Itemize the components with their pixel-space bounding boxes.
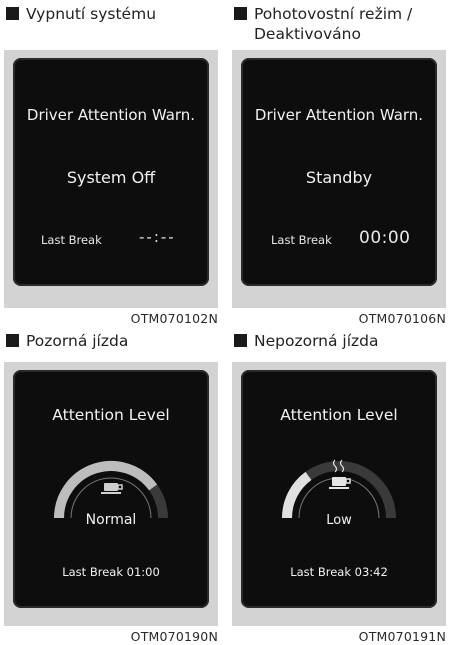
heading-text: Nepozorná jízda (254, 332, 379, 350)
last-break-value: 00:00 (359, 228, 411, 248)
heading-text: Pozorná jízda (26, 332, 129, 350)
display-title: Attention Level (52, 406, 170, 424)
heading-text: Pohotovostní režim / Deaktivováno (254, 5, 413, 43)
panel-heading: Pohotovostní režim / Deaktivováno (232, 4, 412, 44)
attention-level-value: Normal (85, 512, 137, 528)
panel-heading: Vypnutí systému (4, 4, 156, 24)
attention-gauge (282, 459, 396, 519)
square-bullet-icon (6, 7, 19, 20)
last-break: Last Break 01:00 (62, 565, 160, 579)
square-bullet-icon (234, 334, 247, 347)
last-break-label: Last Break (271, 233, 332, 247)
cluster-display: Driver Attention Warn. Standby Last Brea… (241, 58, 437, 286)
display-title: Attention Level (280, 406, 398, 424)
figure-code: OTM070190N (130, 629, 218, 644)
display-status: System Off (66, 168, 156, 187)
attention-gauge (54, 461, 168, 519)
figure-code: OTM070191N (358, 629, 446, 644)
cluster-display: Attention Level Normal Last Break 01:00 (13, 370, 209, 608)
figure-frame: Attention Level Normal Last Break 01:00 (4, 362, 218, 626)
square-bullet-icon (234, 7, 247, 20)
coffee-cup-icon (101, 483, 123, 494)
panel-heading: Pozorná jízda (4, 331, 128, 351)
figure-frame: Driver Attention Warn. System Off Last B… (4, 50, 218, 308)
display-status: Standby (305, 168, 373, 187)
last-break-value: --:-- (139, 228, 176, 246)
panel-heading: Nepozorná jízda (232, 331, 379, 351)
display-title: Driver Attention Warn. (26, 106, 196, 124)
last-break: Last Break 03:42 (290, 565, 388, 579)
cluster-display: Driver Attention Warn. System Off Last B… (13, 58, 209, 286)
figure-code: OTM070102N (130, 311, 218, 326)
square-bullet-icon (6, 334, 19, 347)
cluster-display: Attention Level Low Last Break 03:42 (241, 370, 437, 608)
figure-frame: Driver Attention Warn. Standby Last Brea… (232, 50, 446, 308)
last-break-label: Last Break (41, 233, 102, 247)
display-title: Driver Attention Warn. (254, 106, 424, 124)
heading-text: Vypnutí systému (26, 5, 157, 23)
attention-level-value: Low (326, 513, 352, 528)
figure-frame: Attention Level Low Last Break 03:42 (232, 362, 446, 626)
figure-code: OTM070106N (358, 311, 446, 326)
